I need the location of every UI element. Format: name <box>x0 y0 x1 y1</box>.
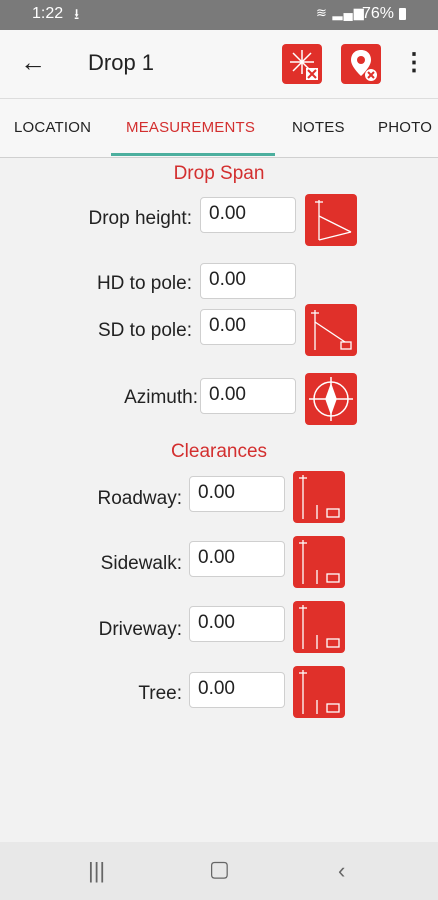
sidewalk-label: Sidewalk: <box>100 553 182 574</box>
driveway-label: Driveway: <box>98 619 182 640</box>
sidewalk-field[interactable]: 0.00 <box>189 541 285 577</box>
app-bar: ← Drop 1 ⋮ <box>0 30 438 98</box>
status-time: 1:22 <box>32 5 64 22</box>
measure-sidewalk-button[interactable] <box>293 536 345 588</box>
drop-height-tool-icon <box>315 200 352 241</box>
roadway-field[interactable]: 0.00 <box>189 476 285 512</box>
pole-clearance-icon <box>299 605 340 649</box>
back-icon[interactable]: ‹ <box>338 858 345 884</box>
wifi-signal-icon: ≋ ▂▄▆ <box>316 5 365 20</box>
tree-label: Tree: <box>138 683 182 704</box>
compass-icon <box>309 377 353 421</box>
home-icon[interactable]: ▢ <box>209 856 230 882</box>
hd-to-pole-field[interactable]: 0.00 <box>200 263 296 299</box>
roadway-label: Roadway: <box>97 488 183 509</box>
sd-to-pole-field[interactable]: 0.00 <box>200 309 296 345</box>
tab-photo[interactable]: PHOTO <box>378 119 432 136</box>
pole-clearance-icon <box>299 670 340 714</box>
arrow-left-icon[interactable]: ← <box>20 47 50 77</box>
active-tab-indicator <box>111 153 275 156</box>
clearances-heading: Clearances <box>170 441 268 462</box>
tree-field[interactable]: 0.00 <box>189 672 285 708</box>
tab-bar: LOCATION MEASUREMENTS NOTES PHOTO <box>0 98 438 158</box>
pole-clearance-icon <box>299 540 340 584</box>
more-vertical-icon[interactable]: ⋮ <box>402 48 426 78</box>
battery-icon <box>399 8 406 20</box>
remove-location-button[interactable] <box>341 44 381 84</box>
clear-measurement-button[interactable] <box>282 44 322 84</box>
drop-height-label: Drop height: <box>88 208 192 229</box>
battery-level: 76% <box>362 5 395 22</box>
sd-to-pole-label: SD to pole: <box>98 320 192 341</box>
measure-driveway-button[interactable] <box>293 601 345 653</box>
azimuth-label: Azimuth: <box>124 387 198 408</box>
measure-roadway-button[interactable] <box>293 471 345 523</box>
pole-clearance-icon <box>299 475 340 519</box>
measure-tree-button[interactable] <box>293 666 345 718</box>
system-nav-bar: ||| ▢ ‹ <box>0 842 438 900</box>
recents-icon[interactable]: ||| <box>88 858 105 884</box>
download-icon: ⭳ <box>74 6 80 23</box>
status-bar: 1:22 ⭳ ≋ ▂▄▆ 76% <box>0 0 438 30</box>
remove-location-icon <box>351 50 377 81</box>
azimuth-field[interactable]: 0.00 <box>200 378 296 414</box>
tab-location[interactable]: LOCATION <box>14 119 91 136</box>
measure-drop-height-button[interactable] <box>305 194 357 246</box>
measure-sd-to-pole-button[interactable] <box>305 304 357 356</box>
clear-measurement-icon <box>290 50 318 80</box>
page-title: Drop 1 <box>88 50 155 75</box>
sd-to-pole-tool-icon <box>311 310 352 350</box>
hd-to-pole-label: HD to pole: <box>96 273 192 294</box>
driveway-field[interactable]: 0.00 <box>189 606 285 642</box>
tab-measurements[interactable]: MEASUREMENTS <box>126 119 255 136</box>
drop-height-field[interactable]: 0.00 <box>200 197 296 233</box>
measure-azimuth-button[interactable] <box>305 373 357 425</box>
drop-span-heading: Drop Span <box>173 163 265 184</box>
tab-notes[interactable]: NOTES <box>292 119 345 136</box>
